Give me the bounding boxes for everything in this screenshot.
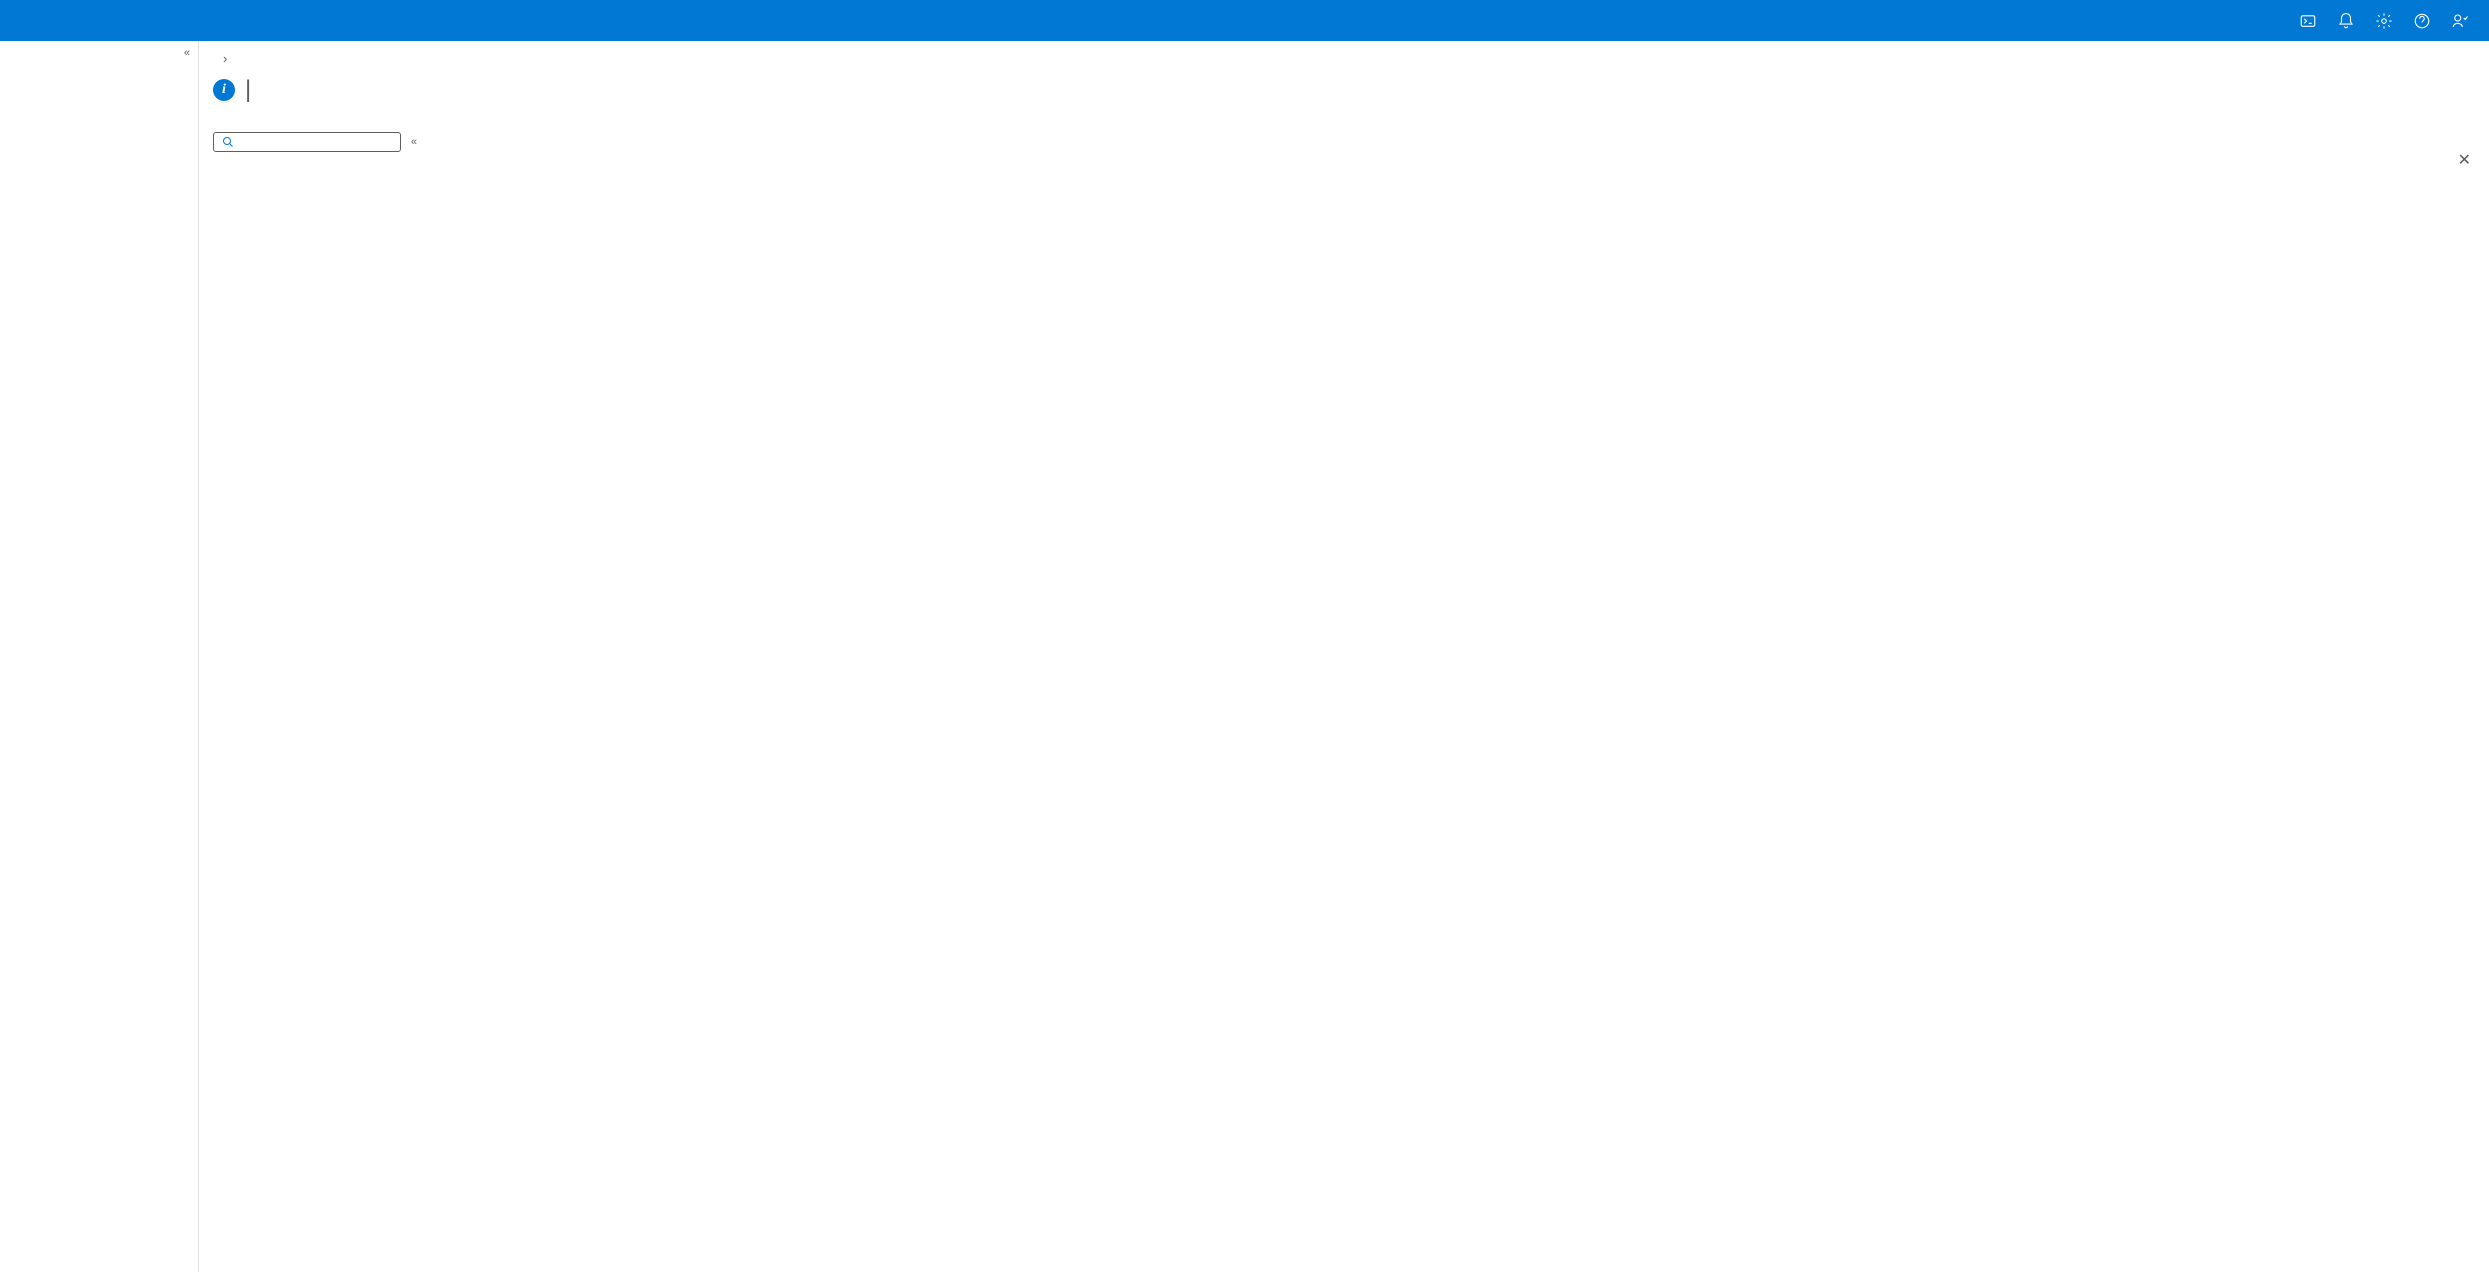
help-icon[interactable] — [2413, 12, 2431, 30]
search-icon — [222, 136, 234, 148]
content: ✕ — [431, 120, 2489, 1272]
notifications-icon[interactable] — [2337, 12, 2355, 30]
search-input[interactable] — [213, 132, 401, 152]
page-header: i | — [209, 76, 2469, 104]
topbar-icons — [2299, 12, 2469, 30]
cloud-shell-icon[interactable] — [2299, 12, 2317, 30]
left-nav-collapse-icon[interactable]: « — [184, 47, 190, 59]
feedback-icon[interactable] — [2451, 12, 2469, 30]
close-icon[interactable]: ✕ — [2458, 150, 2471, 170]
info-icon: i — [213, 79, 235, 101]
settings-icon[interactable] — [2375, 12, 2393, 30]
sub-nav-collapse-icon[interactable]: « — [411, 136, 417, 148]
topbar — [0, 0, 2489, 41]
chevron-right-icon: › — [223, 51, 227, 66]
breadcrumb: › — [209, 51, 2469, 66]
left-nav: « — [0, 41, 199, 1272]
sub-nav: « — [199, 120, 431, 1272]
page-subtitle: | — [245, 76, 251, 103]
